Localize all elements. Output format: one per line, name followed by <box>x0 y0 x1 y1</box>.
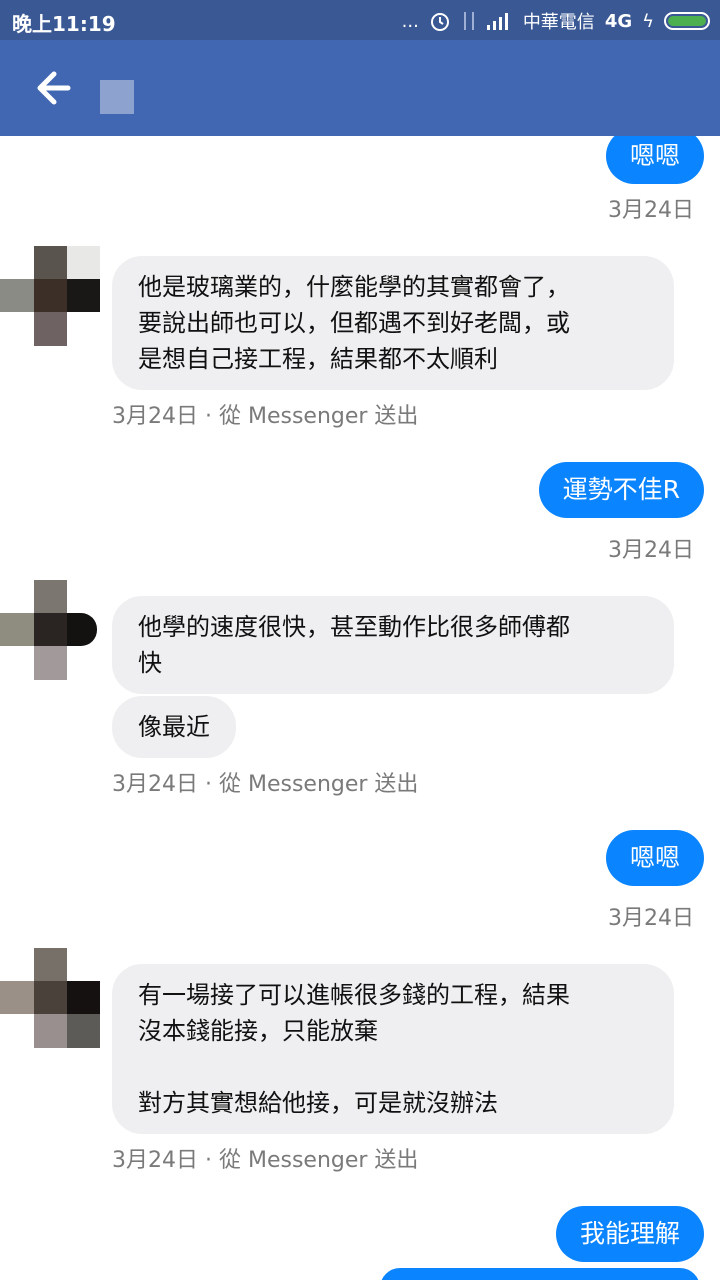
message-list[interactable]: 嗯嗯 3月24日 他是玻璃業的，什麼能學的其實都會了， 要說出師也可以，但都遇不… <box>0 136 720 1280</box>
message-timestamp: 3月24日 · 從 Messenger 送出 <box>112 1148 419 1173</box>
incoming-message: 他是玻璃業的，什麼能學的其實都會了， 要說出師也可以，但都遇不到好老闆，或 是想… <box>112 256 674 390</box>
outgoing-message: 嗯嗯 <box>605 830 704 886</box>
arrow-left-icon[interactable] <box>34 70 74 106</box>
sender-avatar[interactable] <box>0 948 100 1048</box>
conversation-header <box>0 40 720 136</box>
more-dots-icon: ... <box>401 10 419 32</box>
battery-icon <box>664 12 710 30</box>
status-bar: 晚上11:19 ... 中華電信 4G ϟ <box>0 0 720 40</box>
status-time: 晚上11:19 <box>12 12 116 36</box>
incoming-message: 像最近 <box>112 696 236 758</box>
status-icons: ... 中華電信 4G ϟ <box>402 8 710 34</box>
message-timestamp: 3月24日 <box>608 538 694 563</box>
data-transfer-icon <box>463 12 474 30</box>
message-timestamp: 3月24日 <box>608 906 694 931</box>
charging-icon: ϟ <box>642 10 654 32</box>
sender-avatar[interactable] <box>0 246 100 346</box>
network-type: 4G <box>604 10 633 32</box>
outgoing-message: 運勢不佳R <box>538 462 704 518</box>
carrier-name: 中華電信 <box>522 12 595 33</box>
alarm-clock-icon <box>430 13 449 31</box>
sender-avatar[interactable] <box>0 580 100 680</box>
incoming-message: 有一場接了可以進帳很多錢的工程，結果 沒本錢能接，只能放棄 對方其實想給他接，可… <box>112 964 674 1134</box>
outgoing-message-partial <box>380 1268 700 1280</box>
message-timestamp: 3月24日 · 從 Messenger 送出 <box>112 772 419 797</box>
incoming-message: 他學的速度很快，甚至動作比很多師傅都 快 <box>112 596 674 694</box>
outgoing-message: 嗯嗯 <box>605 136 704 184</box>
outgoing-message: 我能理解 <box>555 1206 704 1262</box>
signal-strength-icon <box>486 13 508 30</box>
message-timestamp: 3月24日 · 從 Messenger 送出 <box>112 404 419 429</box>
message-timestamp: 3月24日 <box>608 198 694 223</box>
contact-avatar[interactable] <box>100 80 134 114</box>
